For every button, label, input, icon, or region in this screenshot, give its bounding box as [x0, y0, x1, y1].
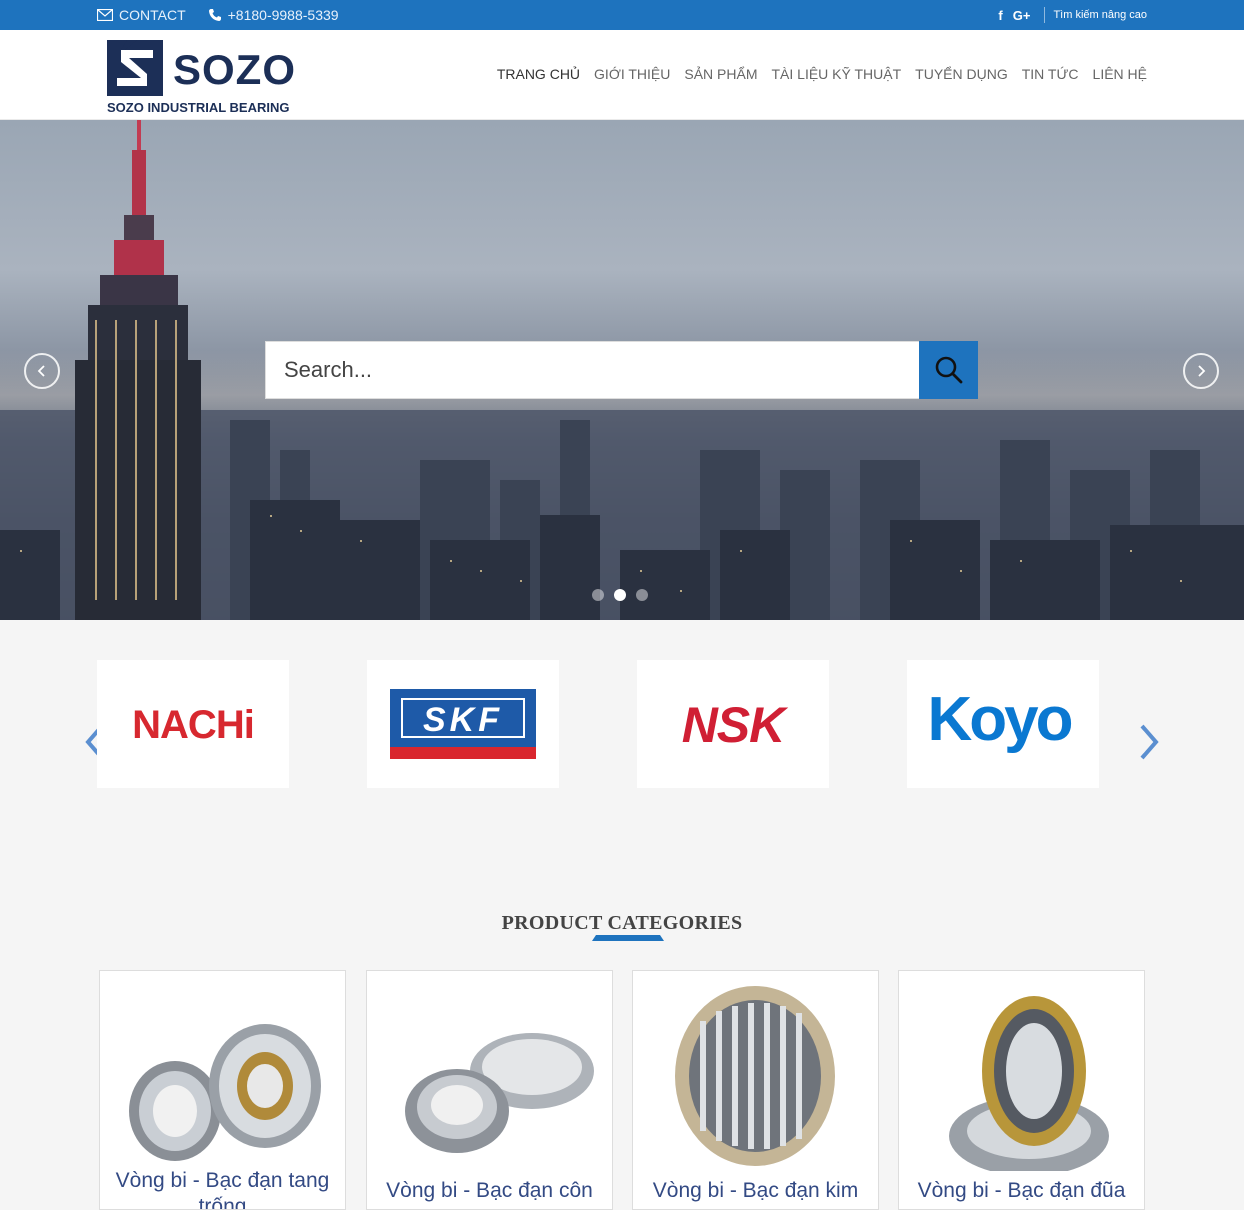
nachi-logo: NACHi	[132, 703, 255, 747]
logo-tagline: SOZO INDUSTRIAL BEARING	[107, 100, 290, 115]
nav-item-technical-docs[interactable]: TÀI LIỆU KỸ THUẬT	[771, 66, 901, 82]
topbar-divider	[1044, 7, 1046, 23]
search-icon	[935, 356, 962, 384]
advanced-search-link[interactable]: Tìm kiếm nâng cao	[1053, 9, 1147, 21]
contact-link[interactable]: CONTACT	[97, 7, 186, 23]
logo-wordmark: SOZO	[173, 46, 297, 93]
nav-item-products[interactable]: SẢN PHẨM	[684, 66, 757, 82]
phone-link[interactable]: +8180-9988-5339	[208, 7, 339, 23]
phone-icon	[208, 9, 221, 21]
title-underline-decoration	[592, 935, 664, 941]
contact-label: CONTACT	[119, 7, 186, 23]
cylindrical-bearing-image	[949, 996, 1109, 1171]
category-label: Vòng bi - Bạc đạn đũa	[917, 1179, 1126, 1202]
site-header: SOZO SOZO INDUSTRIAL BEARING TRANG CHỦ G…	[0, 30, 1244, 120]
category-card-tapered[interactable]: Vòng bi - Bạc đạn côn	[366, 970, 613, 1210]
brand-logo-nachi[interactable]: NACHi	[97, 660, 289, 788]
hero-slider	[0, 120, 1244, 620]
section-title-categories: PRODUCT CATEGORIES	[501, 912, 743, 934]
envelope-icon	[97, 9, 113, 21]
search-input[interactable]	[265, 341, 919, 399]
phone-number: +8180-9988-5339	[227, 7, 339, 23]
brand-name: SKF	[423, 701, 503, 739]
nav-item-about[interactable]: GIỚI THIỆU	[594, 66, 670, 82]
brand-name: NACHi	[132, 703, 254, 747]
brand-logo-skf[interactable]: SKF	[367, 660, 559, 788]
nav-item-home[interactable]: TRANG CHỦ	[497, 66, 580, 82]
brands-next-arrow[interactable]	[1138, 722, 1162, 762]
slider-dot-3[interactable]	[636, 589, 648, 601]
chevron-left-icon	[37, 365, 45, 377]
category-label: Vòng bi - Bạc đạn kim	[652, 1179, 859, 1202]
main-nav: TRANG CHỦ GIỚI THIỆU SẢN PHẨM TÀI LIỆU K…	[497, 66, 1147, 82]
brand-logo-nsk[interactable]: NSK	[637, 660, 829, 788]
brand-name: NSK	[682, 697, 789, 753]
brand-name: Koyo	[928, 685, 1072, 754]
needle-bearing-image	[675, 986, 835, 1166]
hero-prev-button[interactable]	[24, 353, 60, 389]
tapered-bearing-image	[405, 1033, 594, 1153]
hero-search-form	[265, 341, 978, 399]
category-label: Vòng bi - Bạc đạn tang trống	[115, 1169, 330, 1210]
slider-dot-2[interactable]	[614, 589, 626, 601]
slider-dot-1[interactable]	[592, 589, 604, 601]
koyo-logo: Koyo	[928, 685, 1075, 754]
site-logo[interactable]: SOZO SOZO INDUSTRIAL BEARING	[107, 38, 297, 118]
spherical-bearing-image	[129, 1024, 321, 1161]
top-bar: CONTACT +8180-9988-5339 f G+ Tìm kiếm nâ…	[0, 0, 1244, 30]
skf-logo: SKF	[390, 689, 536, 759]
category-card-spherical[interactable]: Vòng bi - Bạc đạn tang trống	[99, 970, 346, 1210]
nav-item-careers[interactable]: TUYỂN DỤNG	[915, 66, 1008, 82]
nav-item-contact[interactable]: LIÊN HỆ	[1093, 66, 1147, 82]
category-label: Vòng bi - Bạc đạn côn	[386, 1179, 593, 1202]
chevron-right-icon	[1198, 365, 1206, 377]
category-card-needle[interactable]: Vòng bi - Bạc đạn kim	[632, 970, 879, 1210]
category-card-cylindrical[interactable]: Vòng bi - Bạc đạn đũa	[898, 970, 1145, 1210]
search-button[interactable]	[919, 341, 978, 399]
slider-dots	[592, 589, 648, 601]
sozo-logo-mark	[107, 40, 163, 96]
google-plus-icon[interactable]: G+	[1013, 8, 1031, 23]
nav-item-news[interactable]: TIN TỨC	[1022, 66, 1079, 82]
nsk-logo: NSK	[682, 697, 790, 753]
brand-logo-koyo[interactable]: Koyo	[907, 660, 1099, 788]
hero-next-button[interactable]	[1183, 353, 1219, 389]
facebook-icon[interactable]: f	[998, 8, 1002, 23]
